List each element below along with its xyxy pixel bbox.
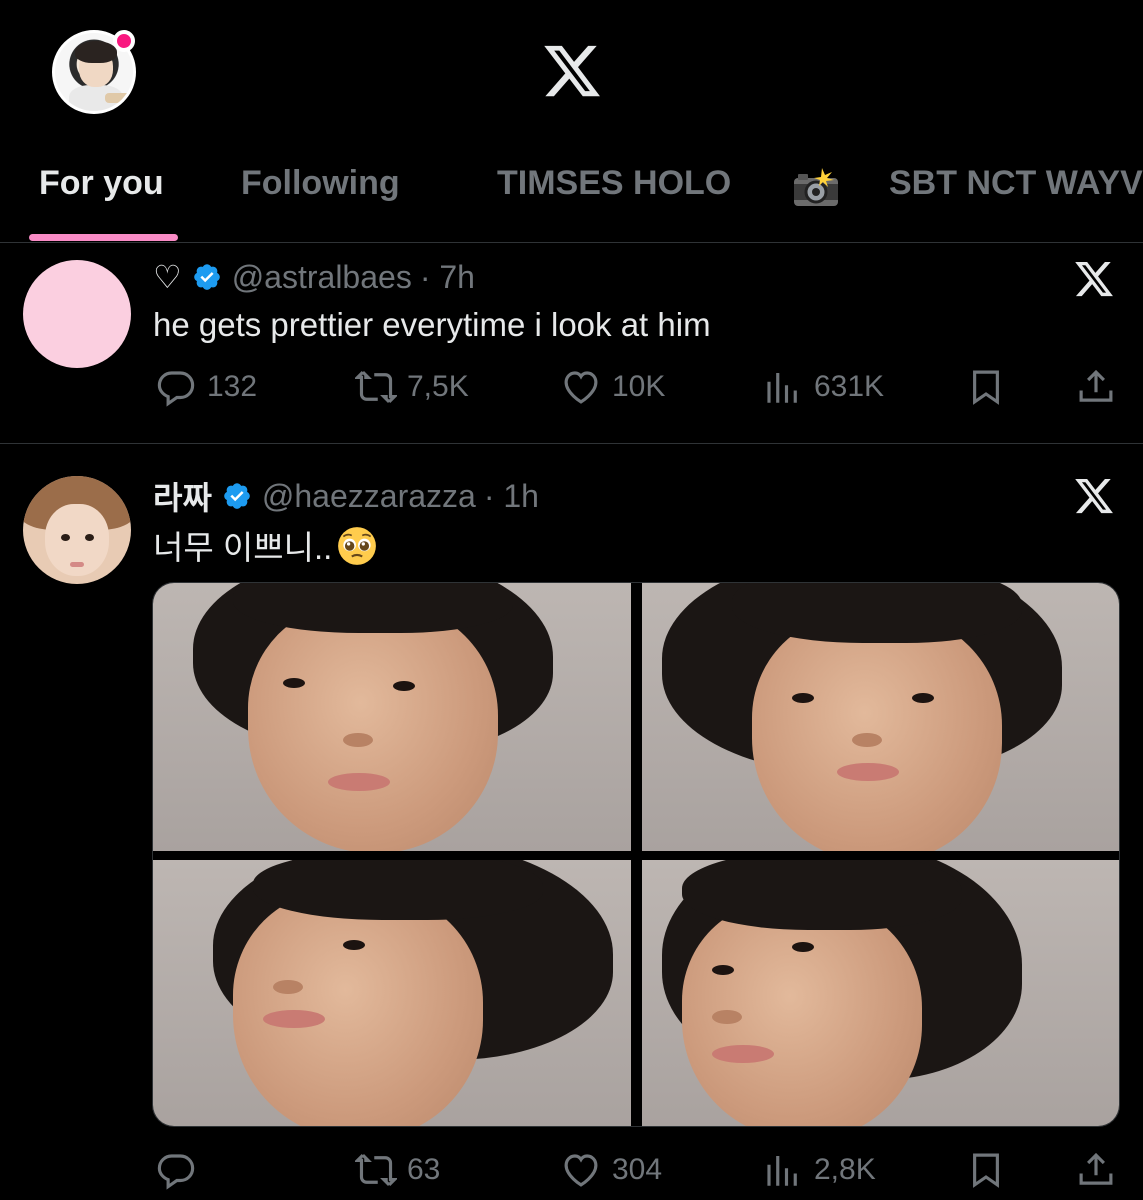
bookmark-icon xyxy=(973,370,999,405)
repost-icon xyxy=(355,1154,397,1186)
photo-nose xyxy=(273,980,303,994)
like-count: 10K xyxy=(612,370,666,403)
x-logo-icon[interactable] xyxy=(540,40,604,102)
photo-eye xyxy=(393,681,415,691)
tweet-photo[interactable] xyxy=(153,583,631,851)
bookmark-button[interactable] xyxy=(965,1145,1007,1195)
repost-icon xyxy=(355,371,397,403)
repost-count: 63 xyxy=(407,1153,441,1186)
photo-eye xyxy=(792,693,814,703)
tweet[interactable]: 라짜 @haezzarazza · 1h 너무 이쁘니.. 63 304 2,8… xyxy=(0,445,1143,1200)
tweet-author-avatar[interactable] xyxy=(23,260,131,368)
photo-nose xyxy=(343,733,373,747)
photo-eye xyxy=(343,940,365,950)
photo-eye xyxy=(712,965,734,975)
active-tab-indicator xyxy=(29,234,178,241)
tweet-author-avatar[interactable] xyxy=(23,476,131,584)
tweet-header: 라짜 @haezzarazza · 1h xyxy=(153,473,539,519)
notification-dot xyxy=(113,30,135,52)
photo-lips xyxy=(837,763,899,781)
reply-count: 132 xyxy=(207,370,258,403)
photo-face xyxy=(248,603,498,851)
tab-sbt-nct-wayv[interactable]: SBT NCT WAYV xyxy=(889,164,1143,203)
views-icon xyxy=(767,373,797,403)
top-header xyxy=(0,0,1143,150)
x-logo-icon[interactable] xyxy=(1072,258,1116,300)
photo-lips xyxy=(328,773,390,791)
views-button[interactable]: 631K xyxy=(762,362,884,412)
tweet-text: he gets prettier everytime i look at him xyxy=(153,306,711,343)
photo-lips xyxy=(712,1045,774,1063)
tweet-media-grid xyxy=(152,582,1120,1127)
views-icon xyxy=(767,1156,797,1186)
tab-following[interactable]: Following xyxy=(241,164,400,203)
tweet-photo[interactable] xyxy=(642,860,1119,1126)
views-button[interactable]: 2,8K xyxy=(762,1145,876,1195)
avatar-mouth xyxy=(70,562,84,567)
heart-icon xyxy=(564,371,598,404)
reply-icon xyxy=(157,371,195,407)
photo-eye xyxy=(283,678,305,688)
tab-timses-holo[interactable]: TIMSES HOLO xyxy=(497,164,731,203)
avatar-sticker xyxy=(105,93,131,103)
reply-button[interactable]: 132 xyxy=(155,362,257,412)
pleading-face-emoji xyxy=(338,527,377,565)
like-button[interactable]: 10K xyxy=(560,362,665,412)
photo-face xyxy=(233,890,483,1126)
photo-nose xyxy=(852,733,882,747)
avatar-eye xyxy=(85,534,94,541)
tweet-time[interactable]: · 1h xyxy=(484,478,539,515)
reply-button[interactable] xyxy=(155,1145,207,1195)
photo-lips xyxy=(263,1010,325,1028)
views-count: 2,8K xyxy=(814,1153,876,1186)
share-icon xyxy=(1079,369,1113,402)
author-handle[interactable]: @astralbaes xyxy=(232,259,412,296)
verified-badge-icon xyxy=(193,264,220,290)
heart-icon xyxy=(564,1154,598,1187)
tweet[interactable]: ♡ @astralbaes · 7h he gets prettier ever… xyxy=(0,244,1143,444)
tweet-actions: 63 304 2,8K xyxy=(0,1145,1143,1195)
tweet-actions: 132 7,5K 10K 631K xyxy=(0,362,1143,412)
repost-button[interactable]: 63 xyxy=(355,1145,440,1195)
photo-fringe xyxy=(253,860,543,920)
x-logo-icon[interactable] xyxy=(1072,475,1116,517)
tab-for-you[interactable]: For you xyxy=(39,164,164,203)
photo-face xyxy=(752,613,1002,851)
photo-eye xyxy=(912,693,934,703)
photo-fringe xyxy=(682,860,962,930)
like-button[interactable]: 304 xyxy=(560,1145,662,1195)
tweet-text: 너무 이쁘니.. xyxy=(153,529,333,566)
share-icon xyxy=(1079,1152,1113,1185)
bookmark-button[interactable] xyxy=(965,362,1007,412)
share-button[interactable] xyxy=(1075,1145,1117,1195)
share-button[interactable] xyxy=(1075,362,1117,412)
photo-nose xyxy=(712,1010,742,1024)
author-name[interactable]: 라짜 xyxy=(153,473,212,519)
verified-badge-icon xyxy=(224,483,250,509)
photo-fringe xyxy=(732,583,1022,643)
tweet-photo[interactable] xyxy=(642,583,1119,851)
tweet-text-row: 너무 이쁘니.. xyxy=(153,521,378,569)
tweet-photo[interactable] xyxy=(153,860,631,1126)
tweet-time[interactable]: · 7h xyxy=(420,259,475,296)
views-count: 631K xyxy=(814,370,885,403)
like-count: 304 xyxy=(612,1153,663,1186)
author-name[interactable]: ♡ xyxy=(153,258,182,296)
avatar-eye xyxy=(61,534,70,541)
timeline-tabs: For you Following TIMSES HOLO SBT NCT WA… xyxy=(0,150,1143,243)
reply-icon xyxy=(157,1154,195,1190)
camera-flash-icon[interactable] xyxy=(792,168,840,208)
repost-count: 7,5K xyxy=(407,370,469,403)
photo-eye xyxy=(792,942,814,952)
author-handle[interactable]: @haezzarazza xyxy=(262,478,476,515)
repost-button[interactable]: 7,5K xyxy=(355,362,469,412)
tweet-header: ♡ @astralbaes · 7h xyxy=(153,258,475,296)
bookmark-icon xyxy=(973,1153,999,1188)
avatar-hair xyxy=(75,41,117,63)
